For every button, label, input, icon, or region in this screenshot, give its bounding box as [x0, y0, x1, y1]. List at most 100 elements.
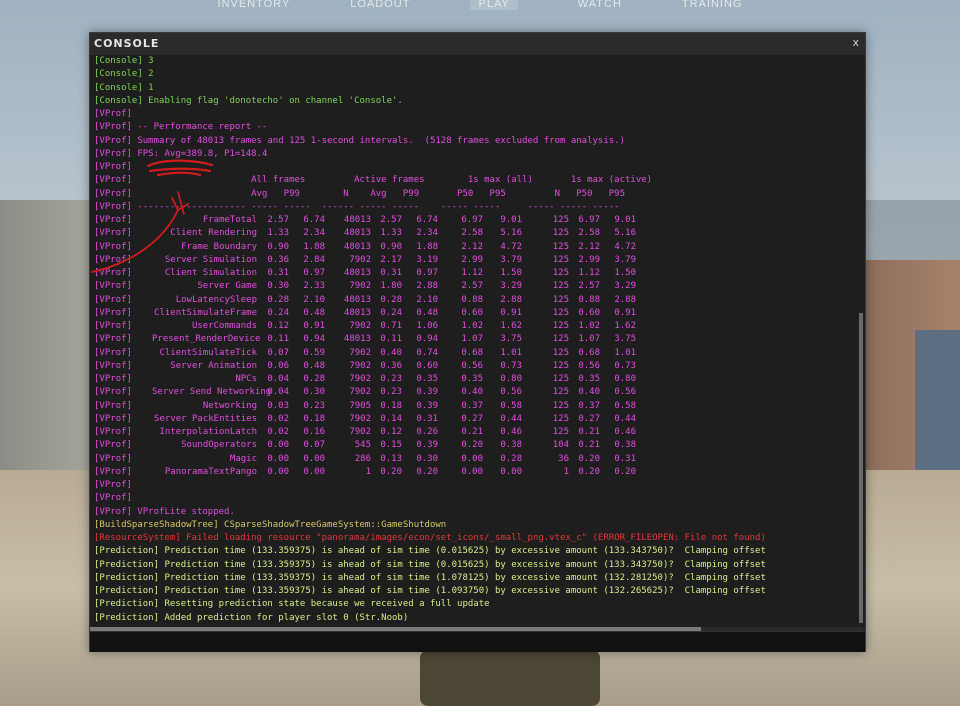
vprof-cell: 1.02 [578, 321, 600, 331]
vprof-tag: [VProf] [94, 241, 132, 252]
vprof-cell: 0.48 [416, 307, 438, 318]
vprof-cell: 125 [552, 360, 569, 371]
vprof-cell: 0.04 [267, 374, 289, 384]
vprof-tag: [VProf] [94, 360, 132, 371]
vprof-cell: 0.13 [380, 453, 402, 464]
vprof-cell: 7902 [349, 281, 371, 292]
log-line: [Console] Enabling flag 'donotecho' on c… [94, 95, 403, 106]
top-menu-item[interactable]: TRAINING [682, 0, 743, 10]
vprof-cell: 125 [552, 321, 569, 331]
vprof-cell: 48013 [343, 241, 371, 252]
vprof-cell: 0.00 [500, 466, 522, 477]
vprof-cell: 125 [552, 268, 569, 278]
vprof-cell: 0.80 [500, 374, 522, 384]
vprof-cell: 0.91 [614, 307, 636, 318]
vprof-cell: 0.71 [380, 321, 402, 331]
log-line: [BuildSparseShadowTree] CSparseShadowTre… [94, 519, 447, 530]
vprof-tag: [VProf] [94, 215, 132, 225]
vprof-cell: 0.24 [267, 307, 289, 318]
vprof-table-row: [VProf] SoundOperators 0.00 0.07 545 0.15 0.39… [94, 439, 856, 452]
vprof-cell: 7902 [349, 374, 371, 384]
vprof-cell: 0.21 [578, 427, 600, 437]
vprof-cell: 0.94 [303, 334, 325, 345]
vprof-cell: 5.16 [614, 228, 636, 239]
vprof-cell: 6.74 [303, 215, 325, 225]
vprof-cell: 0.97 [416, 268, 438, 278]
vprof-cell: 2.34 [303, 228, 325, 239]
vprof-cell: 0.56 [578, 360, 600, 371]
vprof-cell: 7902 [349, 360, 371, 371]
vprof-cell: 0.91 [500, 307, 522, 318]
vprof-cell: 0.31 [614, 453, 636, 464]
vprof-cell: 0.00 [303, 466, 325, 477]
vprof-cell: 0.31 [267, 268, 289, 278]
vprof-cell: 0.00 [461, 466, 483, 477]
vprof-tag: [VProf] [94, 321, 132, 331]
vprof-cell: 125 [552, 228, 569, 239]
console-input[interactable] [90, 634, 865, 655]
vprof-cell: 0.20 [461, 440, 483, 451]
vprof-cell: 0.90 [380, 241, 402, 252]
vprof-cell: 0.48 [303, 307, 325, 318]
vprof-tag: [VProf] [94, 281, 132, 292]
vprof-cell: 2.57 [461, 281, 483, 292]
vprof-cell: 0.28 [380, 294, 402, 305]
console-log[interactable]: [Console] 3 [Console] 2 [Console] 1 [Consol… [94, 55, 856, 625]
vprof-cell: 125 [552, 347, 569, 358]
vprof-cell: 125 [552, 427, 569, 437]
top-menu-item[interactable]: WATCH [578, 0, 622, 10]
vprof-cell: 0.58 [500, 400, 522, 411]
close-icon[interactable]: x [852, 36, 859, 49]
vprof-table-row: [VProf] Server Simulation 0.36 2.84 7902 2.17… [94, 254, 856, 267]
vprof-cell: 1.12 [578, 268, 600, 278]
top-menu-item[interactable]: INVENTORY [218, 0, 291, 10]
vprof-cell: 1.50 [614, 268, 636, 278]
log-line: [Prediction] Prediction time (133.359375… [94, 546, 766, 557]
vprof-table-row: [VProf] Server Game 0.30 2.33 7902 1.80 2.88 2.… [94, 280, 856, 293]
vprof-cell: 0.39 [416, 440, 438, 451]
vprof-tag: [VProf] [94, 254, 132, 265]
console-title-bar[interactable]: CONSOLE x [90, 33, 865, 55]
vprof-cell: 0.40 [578, 387, 600, 398]
top-menu-item[interactable]: PLAY [470, 0, 518, 10]
vprof-table-row: [VProf] NPCs 0.04 0.28 7902 0.23 0.35 0.35 0.80 1… [94, 373, 856, 386]
vprof-tag: [VProf] [94, 268, 132, 278]
vertical-scrollbar[interactable] [859, 313, 863, 623]
vprof-cell: 2.58 [461, 228, 483, 239]
vprof-cell: 0.04 [267, 387, 289, 398]
vprof-cell: 0.58 [614, 400, 636, 411]
vprof-cell: 125 [552, 254, 569, 265]
vprof-row-name: Server Simulation [164, 254, 257, 265]
vprof-cell: 0.44 [500, 413, 522, 424]
vprof-row-name: ClientSimulateFrame [154, 307, 257, 318]
vprof-cell: 0.00 [267, 440, 289, 451]
vprof-cell: 0.20 [614, 466, 636, 477]
vprof-cell: 0.00 [461, 453, 483, 464]
vprof-cell: 0.46 [614, 427, 636, 437]
console-window: CONSOLE x [Console] 3 [Console] 2 [Console… [89, 32, 866, 655]
vprof-row-name: LowLatencySleep [175, 294, 257, 305]
vprof-tag: [VProf] [94, 294, 132, 305]
vprof-cell: 2.10 [303, 294, 325, 305]
vprof-cell: 0.56 [461, 360, 483, 371]
vprof-cell: 0.59 [303, 347, 325, 358]
vprof-tag: [VProf] [94, 400, 132, 411]
vprof-cell: 3.29 [500, 281, 522, 292]
vprof-cell: 2.84 [303, 254, 325, 265]
vprof-row-name: Frame Boundary [181, 241, 257, 252]
log-line: [VProf] [94, 493, 132, 504]
vprof-cell: 7902 [349, 413, 371, 424]
vprof-tag: [VProf] [94, 413, 132, 424]
vprof-cell: 6.74 [416, 215, 438, 225]
top-menu-item[interactable]: LOADOUT [350, 0, 410, 10]
vprof-table-row: [VProf] InterpolationLatch 0.02 0.16 7902 0.1… [94, 426, 856, 439]
vprof-table-row: [VProf] PanoramaTextPango 0.00 0.00 1 0.20 0.2… [94, 466, 856, 479]
vprof-cell: 0.46 [500, 427, 522, 437]
console-input-row[interactable] [90, 631, 865, 655]
vprof-cell: 2.33 [303, 281, 325, 292]
vprof-cell: 125 [552, 387, 569, 398]
vprof-cell: 3.19 [416, 254, 438, 265]
vprof-cell: 0.73 [614, 360, 636, 371]
vprof-cell: 0.14 [380, 413, 402, 424]
vprof-tag: [VProf] [94, 347, 132, 358]
